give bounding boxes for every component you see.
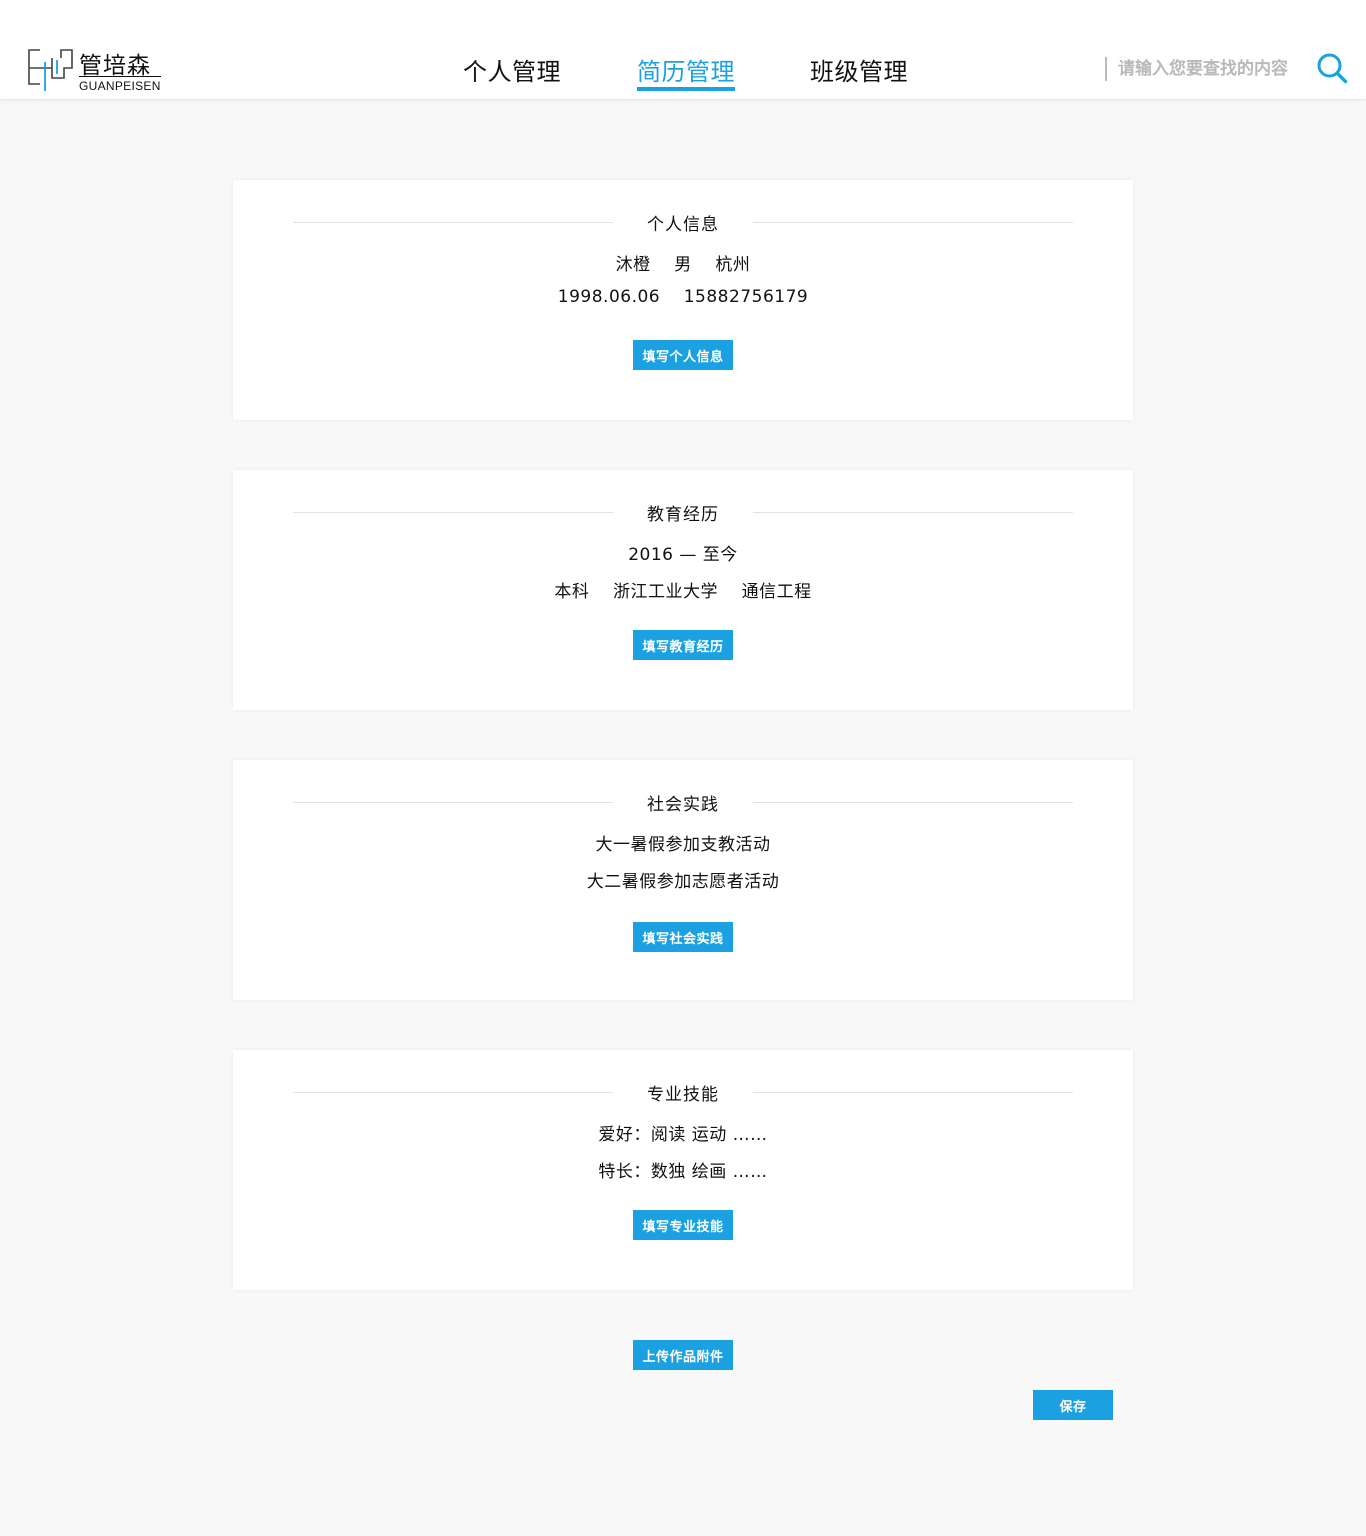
- nav-class-management[interactable]: 班级管理: [810, 52, 908, 92]
- nav-resume-management[interactable]: 简历管理: [637, 52, 735, 92]
- fill-education-button[interactable]: 填写教育经历: [633, 630, 733, 660]
- birthday-phone: 1998.06.06 15882756179: [557, 287, 809, 307]
- search-icon[interactable]: [1316, 52, 1348, 84]
- section-title: 社会实践: [647, 795, 719, 815]
- logo-english-name: GUANPEISEN: [79, 79, 161, 93]
- fill-professional-skills-button[interactable]: 填写专业技能: [633, 1210, 733, 1240]
- save-button[interactable]: 保存: [1033, 1390, 1113, 1420]
- social-practice-card: 社会实践 大一暑假参加支教活动 大二暑假参加志愿者活动 填写社会实践: [233, 760, 1133, 1000]
- specialties: 特长：数独 绘画 ……: [598, 1162, 768, 1182]
- practice-item: 大一暑假参加支教活动: [595, 835, 771, 855]
- logo-mark-icon: [28, 49, 73, 91]
- upload-attachment-button[interactable]: 上传作品附件: [633, 1340, 733, 1370]
- logo-divider: [79, 76, 161, 77]
- search-input[interactable]: [1118, 56, 1308, 82]
- section-title: 个人信息: [647, 215, 719, 235]
- logo[interactable]: 管培森 GUANPEISEN: [28, 46, 168, 96]
- nav-personal-management[interactable]: 个人管理: [463, 52, 561, 92]
- top-header: 管培森 GUANPEISEN 个人管理 简历管理 班级管理: [0, 0, 1366, 100]
- professional-skills-card: 专业技能 爱好：阅读 运动 …… 特长：数独 绘画 …… 填写专业技能: [233, 1050, 1133, 1290]
- search-divider: [1105, 57, 1107, 81]
- fill-personal-info-button[interactable]: 填写个人信息: [633, 340, 733, 370]
- education-period: 2016 — 至今: [628, 545, 738, 565]
- section-title: 专业技能: [647, 1085, 719, 1105]
- fill-social-practice-button[interactable]: 填写社会实践: [633, 922, 733, 952]
- practice-item: 大二暑假参加志愿者活动: [586, 872, 780, 892]
- name-gender-city: 沐橙 男 杭州: [615, 255, 751, 275]
- education-detail: 本科 浙江工业大学 通信工程: [554, 582, 812, 602]
- logo-chinese-name: 管培森: [79, 53, 151, 79]
- hobbies: 爱好：阅读 运动 ……: [598, 1125, 768, 1145]
- personal-info-card: 个人信息 沐橙 男 杭州 1998.06.06 15882756179 填写个人…: [233, 180, 1133, 420]
- section-title: 教育经历: [647, 505, 719, 525]
- education-card: 教育经历 2016 — 至今 本科 浙江工业大学 通信工程 填写教育经历: [233, 470, 1133, 710]
